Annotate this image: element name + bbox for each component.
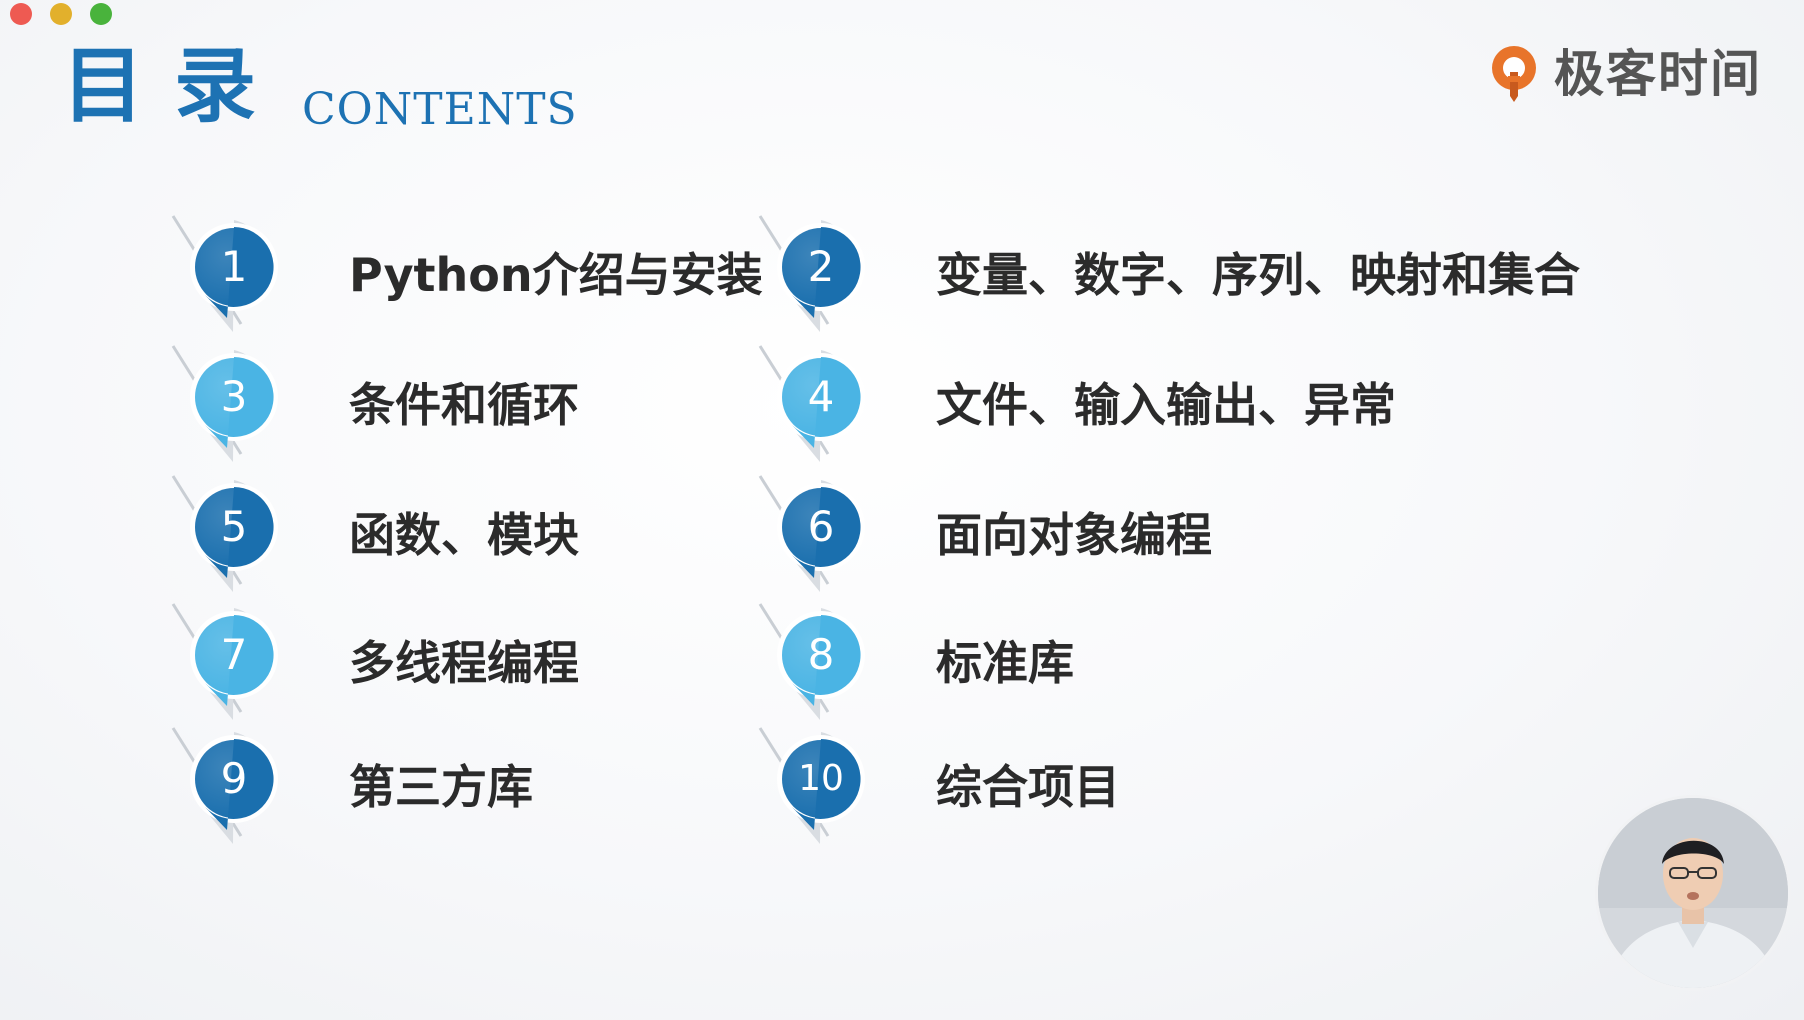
contents-item: 10 综合项目 — [752, 712, 1120, 862]
item-number: 8 — [807, 630, 835, 679]
item-label: 函数、模块 — [349, 508, 579, 562]
item-label: 文件、输入输出、异常 — [936, 378, 1396, 432]
number-badge: 4 — [752, 330, 872, 480]
number-badge: 3 — [165, 330, 285, 480]
item-label: 多线程编程 — [349, 636, 579, 690]
window-controls — [10, 3, 112, 25]
item-label: 条件和循环 — [349, 378, 579, 432]
maximize-window-button[interactable] — [90, 3, 112, 25]
item-number: 9 — [220, 754, 248, 803]
number-badge: 10 — [752, 712, 872, 862]
item-number: 5 — [220, 502, 248, 551]
item-number: 2 — [807, 242, 835, 291]
presenter-video-avatar — [1598, 798, 1788, 988]
brand-logo: 极客时间 — [1486, 42, 1762, 106]
contents-item: 1 Python介绍与安装 — [165, 200, 763, 350]
geektime-logo-icon — [1492, 46, 1536, 102]
presenter-video — [1598, 798, 1788, 988]
contents-item: 3 条件和循环 — [165, 330, 579, 480]
number-badge: 1 — [165, 200, 285, 350]
brand-name: 极客时间 — [1554, 45, 1762, 103]
item-label: 变量、数字、序列、映射和集合 — [936, 248, 1580, 302]
close-window-button[interactable] — [10, 3, 32, 25]
item-label: 标准库 — [936, 636, 1074, 690]
item-number: 3 — [220, 372, 248, 421]
number-badge: 2 — [752, 200, 872, 350]
item-label: 第三方库 — [349, 760, 533, 814]
contents-item: 4 文件、输入输出、异常 — [752, 330, 1396, 480]
number-badge: 9 — [165, 712, 285, 862]
slide-title: 目录 — [62, 39, 287, 134]
item-label: 面向对象编程 — [936, 508, 1212, 562]
item-number: 1 — [220, 242, 248, 291]
item-label: 综合项目 — [936, 760, 1120, 814]
item-label: Python介绍与安装 — [349, 248, 763, 302]
slide-subtitle: CONTENTS — [302, 84, 578, 135]
item-number: 6 — [807, 502, 835, 551]
item-number: 7 — [220, 630, 248, 679]
item-number: 4 — [807, 372, 835, 421]
contents-item: 2 变量、数字、序列、映射和集合 — [752, 200, 1580, 350]
minimize-window-button[interactable] — [50, 3, 72, 25]
item-number: 10 — [798, 758, 844, 799]
contents-item: 9 第三方库 — [165, 712, 533, 862]
